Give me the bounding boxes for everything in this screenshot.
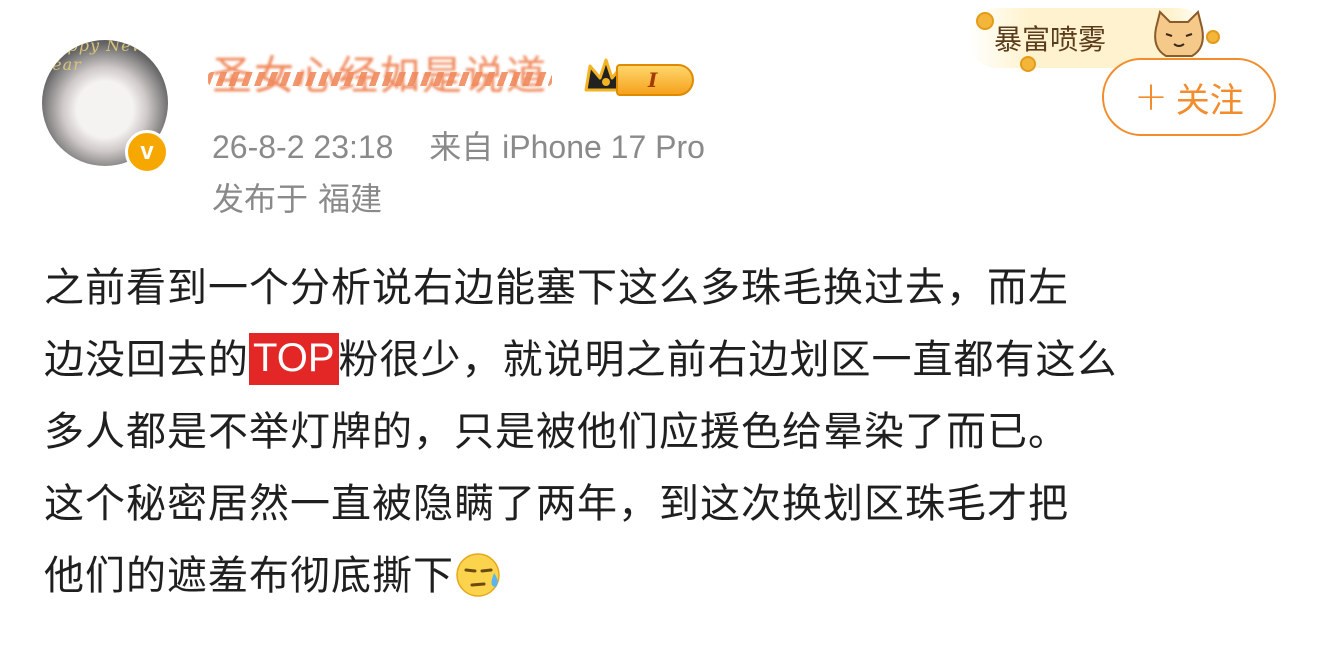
- post-location: 发布于 福建: [212, 180, 383, 218]
- post-body: 之前看到一个分析说右边能塞下这么多珠毛换过去，而左 边没回去的 TOP 粉很少，就说…: [44, 252, 1294, 612]
- avatar-decoration: Happy New Year: [42, 40, 147, 74]
- decoration-text: 暴富喷雾: [994, 23, 1107, 56]
- verified-badge-icon: v: [125, 130, 169, 174]
- level-badge[interactable]: I: [616, 64, 694, 96]
- post-datetime: 26-8-2 23:18: [212, 129, 394, 165]
- post-source: 来自 iPhone 17 Pro: [429, 129, 705, 165]
- post-text: 边没回去的: [44, 337, 249, 383]
- post-line: 这个秘密居然一直被隐瞒了两年，到这次换划区珠毛才把: [44, 481, 1069, 527]
- coin-icon: [976, 12, 994, 30]
- coin-icon: [1020, 56, 1036, 72]
- post-line: 之前看到一个分析说右边能塞下这么多珠毛换过去，而左: [44, 265, 1069, 311]
- downcast-sweat-face-icon: [456, 553, 500, 597]
- post-line: 边没回去的 TOP 粉很少，就说明之前右边划区一直都有这么: [44, 324, 1294, 396]
- top-tag[interactable]: TOP: [249, 333, 339, 385]
- post-meta-time-source: 26-8-2 23:18 来自 iPhone 17 Pro: [212, 122, 705, 168]
- follow-label: 关注: [1175, 80, 1244, 121]
- plus-icon: +: [1134, 74, 1168, 120]
- username[interactable]: 圣女心经如是说道: [208, 50, 552, 102]
- username-redaction: [208, 72, 552, 86]
- post-text: 粉很少，就说明之前右边划区一直都有这么: [338, 337, 1118, 383]
- follow-button[interactable]: + 关注: [1102, 58, 1276, 136]
- post-line: 多人都是不举灯牌的，只是被他们应援色给晕染了而已。: [44, 409, 1069, 455]
- post-text: 他们的遮羞布彻底撕下: [44, 553, 454, 599]
- post-line: 他们的遮羞布彻底撕下: [44, 540, 1294, 612]
- cat-icon: [1154, 10, 1204, 57]
